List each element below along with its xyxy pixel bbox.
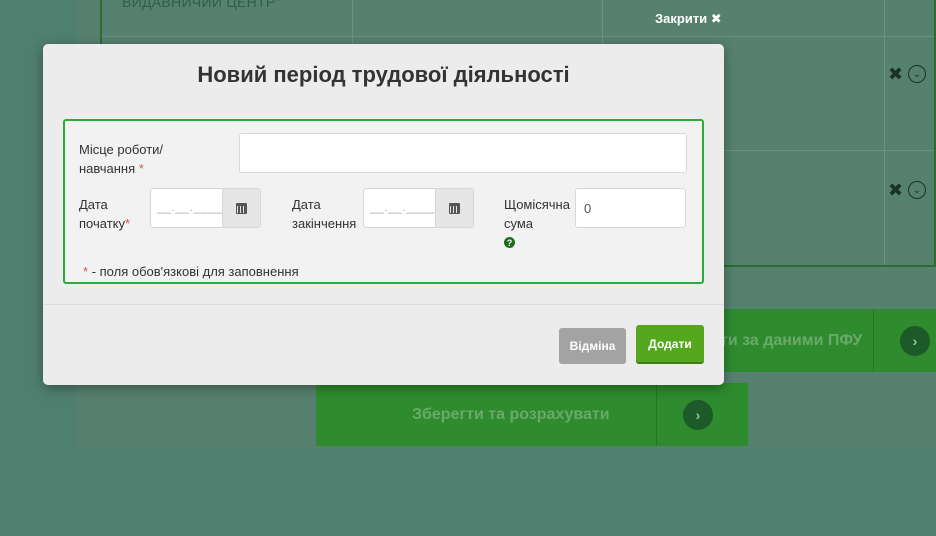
required-mark: * <box>83 264 89 279</box>
workplace-input[interactable] <box>239 133 687 173</box>
new-period-dialog: Новий період трудової діяльності Місце р… <box>43 44 724 385</box>
table-divider <box>884 0 885 265</box>
dialog-title: Новий період трудової діяльності <box>197 62 570 87</box>
end-date-label: Дата закінчення <box>292 195 372 233</box>
calendar-icon <box>449 202 460 214</box>
cancel-button[interactable]: Відміна <box>559 328 626 364</box>
close-button[interactable]: Закрити ✖ <box>655 11 722 27</box>
required-note-text: - поля обов'язкові для заповнення <box>91 264 299 279</box>
expand-row-icon[interactable]: ⌄ <box>908 181 926 199</box>
expand-row-icon[interactable]: ⌄ <box>908 65 926 83</box>
button-separator <box>873 309 874 372</box>
monthly-sum-label: Щомісячна сума <box>504 195 576 233</box>
end-date-calendar-button[interactable] <box>435 189 473 227</box>
pfu-button-label: ти за даними ПФУ <box>720 331 863 349</box>
chevron-right-icon: › <box>683 400 713 430</box>
workplace-label: Місце роботи/ навчання * <box>79 140 219 178</box>
end-date-label-text: Дата закінчення <box>292 197 357 231</box>
chevron-right-icon: › <box>900 326 930 356</box>
close-label: Закрити <box>655 11 708 26</box>
monthly-sum-input[interactable] <box>575 188 686 228</box>
end-date-field[interactable]: __.__.____ <box>363 188 474 228</box>
save-button-label: Зберегти та розрахувати <box>412 405 610 423</box>
required-note: * - поля обов'язкові для заповнення <box>83 264 299 279</box>
save-calculate-button[interactable]: Зберегти та розрахувати › <box>316 383 748 446</box>
help-icon[interactable]: ? <box>504 237 515 248</box>
start-date-mask: __.__.____ <box>157 200 223 214</box>
required-mark: * <box>125 216 131 231</box>
end-date-mask: __.__.____ <box>370 200 436 214</box>
add-button[interactable]: Додати <box>636 325 704 364</box>
button-separator <box>656 383 657 446</box>
table-divider <box>102 36 934 37</box>
calendar-icon <box>236 202 247 214</box>
start-date-field[interactable]: __.__.____ <box>150 188 261 228</box>
close-icon: ✖ <box>710 11 722 26</box>
required-mark: * <box>138 161 144 176</box>
period-form: Місце роботи/ навчання * Дата початку* _… <box>63 119 704 284</box>
delete-row-icon[interactable]: ✖ <box>888 180 903 201</box>
workplace-label-text: Місце роботи/ навчання <box>79 142 164 176</box>
start-date-label: Дата початку* <box>79 195 143 233</box>
monthly-sum-label-text: Щомісячна сума <box>504 197 570 231</box>
start-date-calendar-button[interactable] <box>222 189 260 227</box>
delete-row-icon[interactable]: ✖ <box>888 64 903 85</box>
dialog-divider <box>43 304 724 305</box>
start-date-label-text: Дата початку <box>79 197 125 231</box>
org-label: ВИДАВНИЧИЙ ЦЕНТР" <box>122 0 281 10</box>
